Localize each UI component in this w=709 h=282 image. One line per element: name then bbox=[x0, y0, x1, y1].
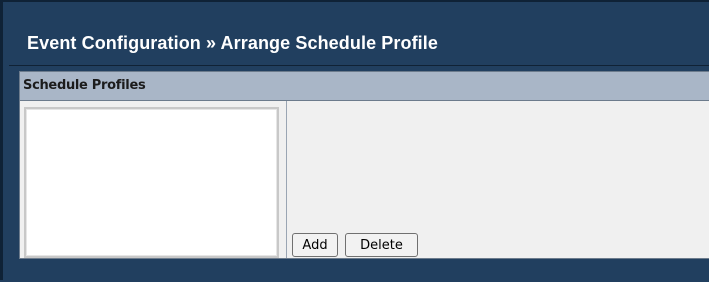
delete-button[interactable]: Delete bbox=[345, 233, 418, 257]
page-frame: Event Configuration » Arrange Schedule P… bbox=[0, 0, 709, 282]
schedule-profiles-panel: Schedule Profiles Add Delete bbox=[19, 71, 709, 259]
schedule-profiles-listbox[interactable] bbox=[24, 107, 279, 258]
panel-heading: Schedule Profiles bbox=[23, 78, 146, 93]
title-bar: Event Configuration » Arrange Schedule P… bbox=[9, 14, 709, 66]
panel-header: Schedule Profiles bbox=[20, 72, 709, 101]
add-button[interactable]: Add bbox=[292, 233, 338, 257]
page-title: Event Configuration » Arrange Schedule P… bbox=[27, 33, 438, 53]
profiles-list-cell bbox=[20, 101, 287, 258]
footer-strip bbox=[19, 259, 709, 282]
